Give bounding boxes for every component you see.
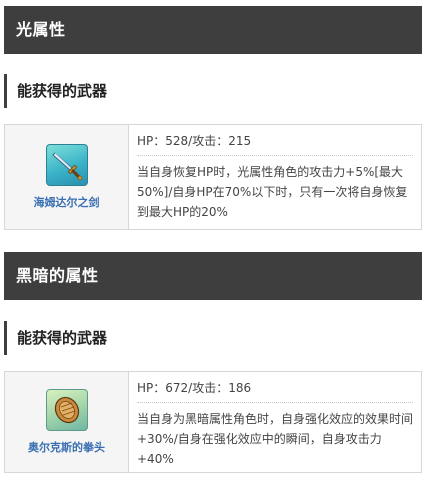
- weapon-icon-cell: 海姆达尔之剑: [5, 125, 129, 229]
- weapon-description: 当自身恢复HP时，光属性角色的攻击力+5%[最大50%]/自身HP在70%以下时…: [137, 165, 408, 219]
- weapon-name-link[interactable]: 海姆达尔之剑: [34, 194, 100, 210]
- weapon-icon-cell: 奥尔克斯的拳头: [5, 372, 129, 472]
- weapon-info: HP：672/攻击：186 当自身为黑暗属性角色时，自身强化效应的效果时间+30…: [129, 372, 421, 472]
- section-title: 黑暗的属性: [16, 266, 99, 285]
- fist-icon-graphic: [54, 396, 79, 424]
- sword-icon[interactable]: [45, 144, 88, 186]
- section-header-dark: 黑暗的属性: [4, 252, 422, 300]
- weapon-info: HP：528/攻击：215 当自身恢复HP时，光属性角色的攻击力+5%[最大50…: [129, 125, 421, 229]
- weapon-description: 当自身为黑暗属性角色时，自身强化效应的效果时间+30%/自身在强化效应中的瞬间，…: [137, 412, 414, 466]
- subheader-weapons: 能获得的武器: [4, 74, 107, 108]
- weapon-card: 海姆达尔之剑 HP：528/攻击：215 当自身恢复HP时，光属性角色的攻击力+…: [4, 124, 422, 230]
- weapon-name-link[interactable]: 奥尔克斯的拳头: [28, 439, 105, 455]
- subheader-title: 能获得的武器: [17, 82, 108, 100]
- subheader-weapons: 能获得的武器: [4, 321, 107, 355]
- weapon-stats: HP：672/攻击：186: [137, 380, 413, 403]
- weapon-card: 奥尔克斯的拳头 HP：672/攻击：186 当自身为黑暗属性角色时，自身强化效应…: [4, 371, 422, 473]
- subheader-title: 能获得的武器: [17, 329, 108, 347]
- section-title: 光属性: [16, 20, 66, 39]
- sword-icon-graphic: [51, 152, 82, 181]
- fist-icon[interactable]: [45, 389, 88, 431]
- weapon-stats: HP：528/攻击：215: [137, 133, 413, 156]
- section-header-light: 光属性: [4, 6, 422, 54]
